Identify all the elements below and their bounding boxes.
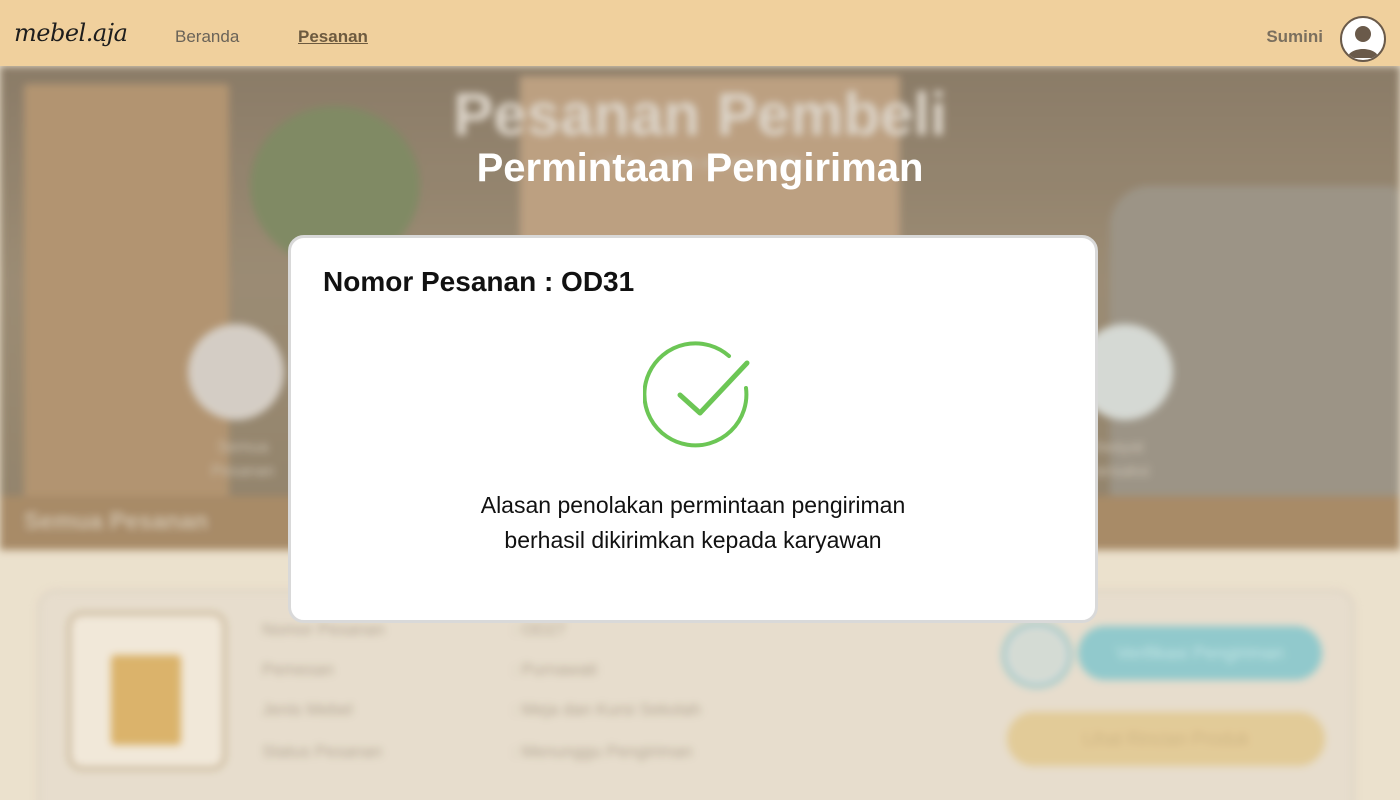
user-avatar-icon bbox=[1347, 26, 1379, 58]
logo[interactable]: mebel.aja bbox=[14, 19, 128, 47]
dialog-message: Alasan penolakan permintaan pengiriman b… bbox=[291, 488, 1095, 558]
dialog-message-line-2: berhasil dikirimkan kepada karyawan bbox=[504, 527, 882, 553]
top-navbar: mebel.aja Beranda Pesanan Sumini bbox=[0, 0, 1400, 66]
avatar[interactable] bbox=[1340, 16, 1386, 62]
nav-link-beranda[interactable]: Beranda bbox=[175, 27, 239, 47]
success-dialog: Nomor Pesanan : OD31 Alasan penolakan pe… bbox=[288, 235, 1098, 623]
nav-link-pesanan[interactable]: Pesanan bbox=[298, 27, 368, 47]
user-name[interactable]: Sumini bbox=[1266, 27, 1323, 47]
dialog-message-line-1: Alasan penolakan permintaan pengiriman bbox=[480, 492, 906, 518]
dialog-order-number: Nomor Pesanan : OD31 bbox=[323, 266, 635, 297]
dialog-heading: Permintaan Pengiriman bbox=[476, 146, 924, 190]
check-circle-icon bbox=[643, 341, 750, 448]
